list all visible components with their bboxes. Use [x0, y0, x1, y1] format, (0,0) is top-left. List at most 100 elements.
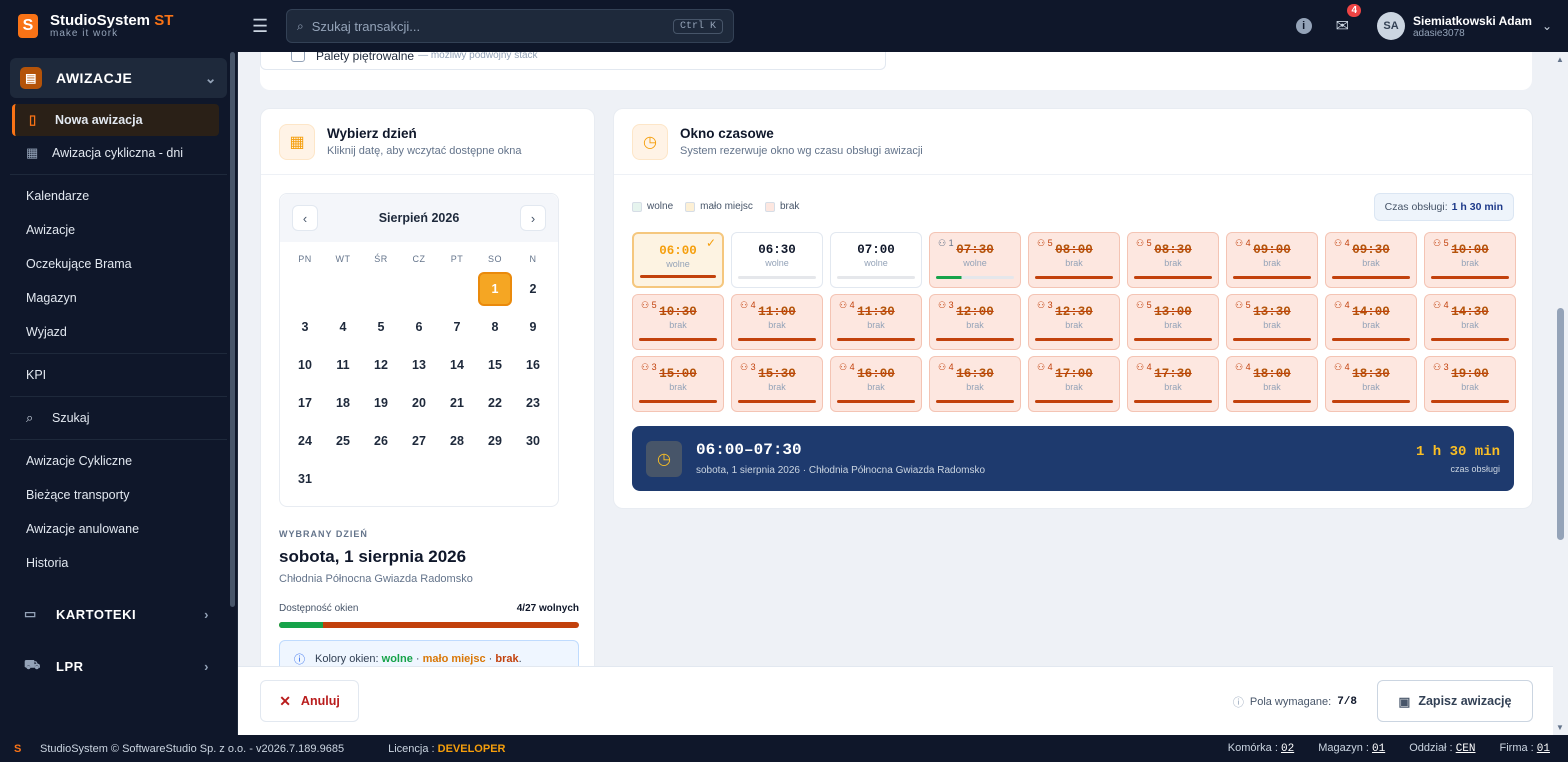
calendar-day[interactable]: 12	[362, 346, 400, 384]
pallets-option[interactable]: Palety piętrowalne — możliwy podwójny st…	[260, 52, 886, 70]
time-slot-0800[interactable]: ⚇ 5 08:00 brak	[1028, 232, 1120, 288]
time-slot-1130[interactable]: ⚇ 4 11:30 brak	[830, 294, 922, 350]
calendar-day[interactable]: 5	[362, 308, 400, 346]
sidebar-group-awizacje[interactable]: ▤ AWIZACJE ⌄	[10, 58, 227, 98]
calendar-day[interactable]: 20	[400, 384, 438, 422]
time-slot-1430[interactable]: ⚇ 4 14:30 brak	[1424, 294, 1516, 350]
sidebar-item-kpi[interactable]: KPI	[0, 358, 237, 392]
calendar-day[interactable]: 31	[286, 460, 324, 498]
time-slot-1900[interactable]: ⚇ 3 19:00 brak	[1424, 356, 1516, 412]
calendar-day[interactable]: 25	[324, 422, 362, 460]
calendar-day[interactable]: 19	[362, 384, 400, 422]
calendar-day[interactable]: 11	[324, 346, 362, 384]
time-slot-0930[interactable]: ⚇ 4 09:30 brak	[1325, 232, 1417, 288]
sidebar-item-wyjazd[interactable]: Wyjazd	[0, 315, 237, 349]
user-menu[interactable]: SA Siemiatkowski Adam adasie3078 ⌄	[1377, 12, 1552, 40]
time-slot-1200[interactable]: ⚇ 3 12:00 brak	[929, 294, 1021, 350]
time-slot-1700[interactable]: ⚇ 4 17:00 brak	[1028, 356, 1120, 412]
search-input[interactable]: Szukaj transakcji...	[312, 19, 673, 34]
time-slot-1730[interactable]: ⚇ 4 17:30 brak	[1127, 356, 1219, 412]
calendar-day[interactable]: 15	[476, 346, 514, 384]
time-slot-0600[interactable]: ✓ 06:00 wolne	[632, 232, 724, 288]
calendar-day[interactable]: 21	[438, 384, 476, 422]
sidebar-group-kartoteki[interactable]: ▭ KARTOTEKI ›	[0, 594, 237, 634]
search-box[interactable]: ⌕ Szukaj transakcji... Ctrl K	[286, 9, 734, 43]
calendar-day[interactable]: 24	[286, 422, 324, 460]
sidebar-item-nowa-awizacja[interactable]: ▯ Nowa awizacja	[12, 104, 219, 136]
sidebar-item-kalendarze[interactable]: Kalendarze	[0, 179, 237, 213]
time-slot-1800[interactable]: ⚇ 4 18:00 brak	[1226, 356, 1318, 412]
time-slot-1530[interactable]: ⚇ 3 15:30 brak	[731, 356, 823, 412]
app-logo[interactable]: S StudioSystem ST make it work	[0, 13, 240, 40]
calendar-day[interactable]: 4	[324, 308, 362, 346]
time-slot-1830[interactable]: ⚇ 4 18:30 brak	[1325, 356, 1417, 412]
time-slot-1330[interactable]: ⚇ 5 13:30 brak	[1226, 294, 1318, 350]
sidebar-item-oczekujace-brama[interactable]: Oczekujące Brama	[0, 247, 237, 281]
time-slot-1400[interactable]: ⚇ 4 14:00 brak	[1325, 294, 1417, 350]
cancel-button[interactable]: ✕ Anuluj	[260, 680, 359, 722]
sidebar-item-historia[interactable]: Historia	[0, 546, 237, 580]
sidebar-item-awizacja-cykliczna[interactable]: ▦ Awizacja cykliczna - dni	[0, 136, 237, 170]
time-slot-1500[interactable]: ⚇ 3 15:00 brak	[632, 356, 724, 412]
time-slot-1630[interactable]: ⚇ 4 16:30 brak	[929, 356, 1021, 412]
time-slot-1000[interactable]: ⚇ 5 10:00 brak	[1424, 232, 1516, 288]
time-slot-0830[interactable]: ⚇ 5 08:30 brak	[1127, 232, 1219, 288]
save-button[interactable]: ▣ Zapisz awizację	[1377, 680, 1533, 722]
calendar-day[interactable]: 17	[286, 384, 324, 422]
calendar-day[interactable]: 22	[476, 384, 514, 422]
sidebar-item-awizacje[interactable]: Awizacje	[0, 213, 237, 247]
sidebar-item-magazyn[interactable]: Magazyn	[0, 281, 237, 315]
sidebar-item-awizacje-cykliczne[interactable]: Awizacje Cykliczne	[0, 444, 237, 478]
time-slot-1100[interactable]: ⚇ 4 11:00 brak	[731, 294, 823, 350]
time-slot-1230[interactable]: ⚇ 3 12:30 brak	[1028, 294, 1120, 350]
calendar-day[interactable]: 14	[438, 346, 476, 384]
calendar-day[interactable]: 1	[476, 270, 514, 308]
service-time-value: 1 h 30 min	[1451, 201, 1503, 213]
card-subtitle: System rezerwuje okno wg czasu obsługi a…	[680, 145, 923, 157]
sidebar-scrollbar[interactable]	[230, 52, 235, 607]
calendar-day[interactable]: 16	[514, 346, 552, 384]
calendar-day[interactable]: 9	[514, 308, 552, 346]
time-slot-1030[interactable]: ⚇ 5 10:30 brak	[632, 294, 724, 350]
calendar-day[interactable]: 18	[324, 384, 362, 422]
menu-toggle-icon[interactable]: ☰	[252, 16, 276, 37]
time-slot-1600[interactable]: ⚇ 4 16:00 brak	[830, 356, 922, 412]
scroll-up-icon[interactable]: ▲	[1556, 55, 1564, 64]
prev-month-button[interactable]: ‹	[292, 205, 318, 231]
next-month-button[interactable]: ›	[519, 205, 546, 231]
calendar-day[interactable]: 27	[400, 422, 438, 460]
calendar-day[interactable]: 28	[438, 422, 476, 460]
calendar-day[interactable]: 6	[400, 308, 438, 346]
time-slot-0730[interactable]: ⚇ 1 07:30 wolne	[929, 232, 1021, 288]
calendar-day[interactable]: 7	[438, 308, 476, 346]
mail-icon[interactable]: ✉ 4	[1336, 4, 1361, 36]
weekday-label: ŚR	[374, 254, 388, 264]
calendar-day[interactable]: 2	[514, 270, 552, 308]
info-icon[interactable]: i	[1295, 18, 1312, 34]
calendar-day[interactable]: 23	[514, 384, 552, 422]
time-slot-0700[interactable]: 07:00 wolne	[830, 232, 922, 288]
calendar-day[interactable]: 26	[362, 422, 400, 460]
sidebar-item-awizacje-anulowane[interactable]: Awizacje anulowane	[0, 512, 237, 546]
calendar-day[interactable]: 30	[514, 422, 552, 460]
sidebar-item-biezace-transporty[interactable]: Bieżące transporty	[0, 478, 237, 512]
calendar-day[interactable]: 8	[476, 308, 514, 346]
search-icon: ⌕	[297, 18, 304, 33]
calendar-day[interactable]: 29	[476, 422, 514, 460]
pallets-checkbox[interactable]	[291, 52, 305, 62]
calendar-day[interactable]: 10	[286, 346, 324, 384]
occupancy-count: 3	[750, 362, 756, 372]
calendar-day-number: 1	[478, 272, 512, 306]
time-slot-1300[interactable]: ⚇ 5 13:00 brak	[1127, 294, 1219, 350]
page-scrollbar[interactable]: ▲ ▼	[1553, 52, 1568, 735]
scrollbar-thumb[interactable]	[1557, 308, 1564, 540]
scroll-down-icon[interactable]: ▼	[1556, 723, 1564, 732]
calendar-day[interactable]: 13	[400, 346, 438, 384]
legend-swatch	[685, 201, 696, 212]
sidebar-item-szukaj[interactable]: ⌕ Szukaj	[0, 401, 237, 435]
time-slot-0630[interactable]: 06:30 wolne	[731, 232, 823, 288]
calendar-day[interactable]: 3	[286, 308, 324, 346]
time-slot-0900[interactable]: ⚇ 4 09:00 brak	[1226, 232, 1318, 288]
person-icon: ⚇	[938, 238, 949, 248]
sidebar-group-lpr[interactable]: ⛟ LPR ›	[0, 646, 237, 686]
